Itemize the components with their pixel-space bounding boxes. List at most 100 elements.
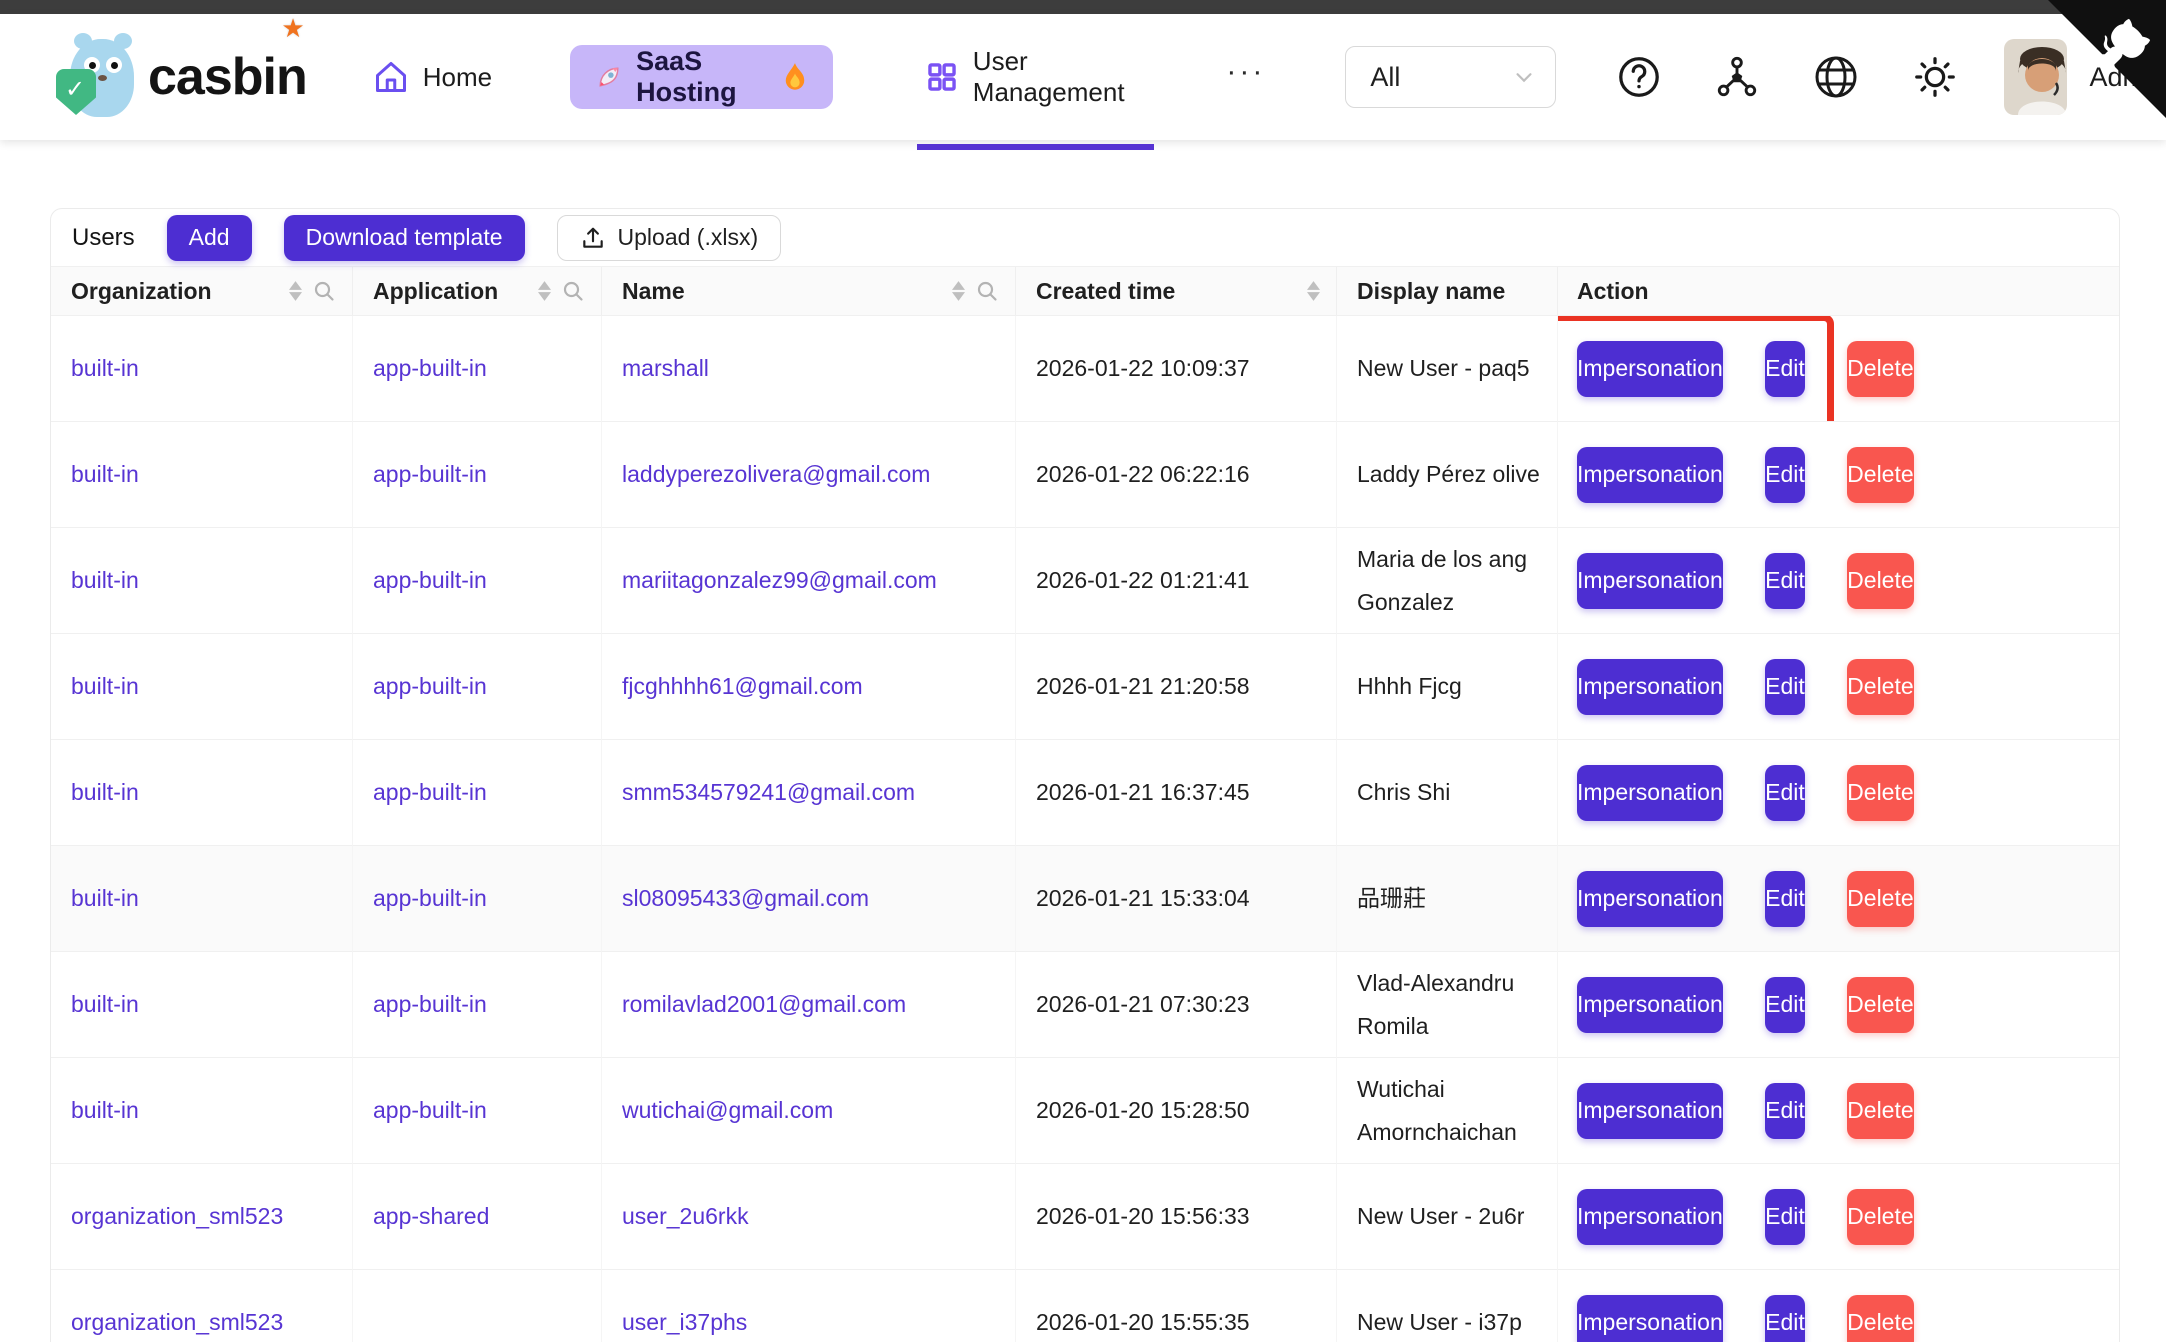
application-link[interactable]: app-built-in [373,461,487,487]
github-corner-link[interactable] [2048,0,2166,118]
nav-overflow-menu[interactable]: ··· [1226,55,1265,99]
help-button[interactable] [1616,54,1662,100]
impersonation-button[interactable]: Impersonation [1577,1189,1723,1245]
column-header-created-time[interactable]: Created time [1016,266,1337,316]
nav-saas-label: SaaS Hosting [636,46,769,108]
user-name-link[interactable]: laddyperezolivera@gmail.com [622,461,930,487]
delete-button[interactable]: Delete [1847,977,1913,1033]
application-link[interactable]: app-built-in [373,779,487,805]
sort-icon[interactable] [1307,281,1320,301]
user-name-link[interactable]: sl08095433@gmail.com [622,885,869,911]
display-name-line: New User - 2u6r [1357,1195,1543,1238]
shield-check-icon: ✓ [65,75,85,104]
application-link[interactable]: app-built-in [373,673,487,699]
organization-link[interactable]: built-in [71,461,139,487]
organization-link[interactable]: built-in [71,355,139,381]
user-name-link[interactable]: smm534579241@gmail.com [622,779,915,805]
impersonation-button[interactable]: Impersonation [1577,765,1723,821]
sort-icon[interactable] [952,281,965,301]
edit-button[interactable]: Edit [1765,341,1805,397]
delete-button[interactable]: Delete [1847,447,1913,503]
organization-filter-select[interactable]: All [1345,46,1555,108]
edit-button[interactable]: Edit [1765,765,1805,821]
display-name-cell: Vlad-AlexandruRomila [1337,952,1558,1058]
sort-icon[interactable] [289,281,302,301]
created-time-value: 2026-01-21 16:37:45 [1036,779,1250,805]
delete-button[interactable]: Delete [1847,1083,1913,1139]
display-name-line: Chris Shi [1357,771,1543,814]
user-name-link[interactable]: mariitagonzalez99@gmail.com [622,567,937,593]
top-strip [0,0,2166,14]
organization-link[interactable]: built-in [71,991,139,1017]
action-cell: Impersonation Edit Delete [1558,528,2119,634]
organization-link[interactable]: built-in [71,1097,139,1123]
edit-button[interactable]: Edit [1765,447,1805,503]
delete-button[interactable]: Delete [1847,765,1913,821]
brand-name: casbin [148,47,307,107]
display-name-cell: WutichaiAmornchaichan [1337,1058,1558,1164]
edit-button[interactable]: Edit [1765,871,1805,927]
delete-button[interactable]: Delete [1847,1295,1913,1342]
organization-link[interactable]: built-in [71,567,139,593]
tab-user-management[interactable]: User Management [925,46,1145,108]
user-name-link[interactable]: fjcghhhh61@gmail.com [622,673,863,699]
delete-button[interactable]: Delete [1847,553,1913,609]
search-icon[interactable] [975,279,999,303]
edit-button[interactable]: Edit [1765,1295,1805,1342]
edit-button[interactable]: Edit [1765,553,1805,609]
user-name-link[interactable]: user_i37phs [622,1309,747,1335]
add-user-button[interactable]: Add [167,215,252,261]
application-link[interactable]: app-built-in [373,991,487,1017]
column-header-organization[interactable]: Organization [51,266,353,316]
application-link[interactable]: app-built-in [373,1097,487,1123]
impersonation-button[interactable]: Impersonation [1577,1295,1723,1342]
edit-button[interactable]: Edit [1765,1083,1805,1139]
organization-filter-value: All [1370,62,1400,93]
fire-icon [781,62,809,92]
download-template-button[interactable]: Download template [284,215,525,261]
nav-home[interactable]: Home [373,59,492,95]
user-name-link[interactable]: user_2u6rkk [622,1203,749,1229]
language-button[interactable] [1812,53,1860,101]
delete-button[interactable]: Delete [1847,341,1913,397]
application-link[interactable]: app-built-in [373,567,487,593]
delete-button[interactable]: Delete [1847,659,1913,715]
graph-button[interactable] [1714,54,1760,100]
impersonation-button[interactable]: Impersonation [1577,1083,1723,1139]
impersonation-button[interactable]: Impersonation [1577,871,1723,927]
nav-saas-hosting[interactable]: SaaS Hosting [570,45,833,109]
impersonation-button[interactable]: Impersonation [1577,553,1723,609]
user-name-link[interactable]: wutichai@gmail.com [622,1097,833,1123]
impersonation-button[interactable]: Impersonation [1577,341,1723,397]
brand-logo[interactable]: ✓ casbin ★ [56,29,307,125]
users-table-card: Users Add Download template Upload (.xls… [50,208,2120,1342]
column-header-name[interactable]: Name [602,266,1016,316]
application-link[interactable]: app-built-in [373,885,487,911]
delete-button[interactable]: Delete [1847,1189,1913,1245]
organization-link[interactable]: organization_sml523 [71,1309,283,1335]
user-name-link[interactable]: marshall [622,355,709,381]
impersonation-button[interactable]: Impersonation [1577,447,1723,503]
search-icon[interactable] [312,279,336,303]
search-icon[interactable] [561,279,585,303]
application-link[interactable]: app-built-in [373,355,487,381]
organization-link[interactable]: built-in [71,673,139,699]
sort-icon[interactable] [538,281,551,301]
display-name-line: Hhhh Fjcg [1357,665,1543,708]
display-name-line: Wutichai [1357,1068,1543,1111]
organization-link[interactable]: built-in [71,779,139,805]
impersonation-button[interactable]: Impersonation [1577,659,1723,715]
organization-link[interactable]: built-in [71,885,139,911]
theme-toggle-button[interactable] [1912,54,1958,100]
upload-xlsx-button[interactable]: Upload (.xlsx) [557,215,782,261]
application-link[interactable]: app-shared [373,1203,489,1229]
delete-button[interactable]: Delete [1847,871,1913,927]
user-name-link[interactable]: romilavlad2001@gmail.com [622,991,906,1017]
impersonation-button[interactable]: Impersonation [1577,977,1723,1033]
organization-link[interactable]: organization_sml523 [71,1203,283,1229]
column-header-application[interactable]: Application [353,266,602,316]
edit-button[interactable]: Edit [1765,977,1805,1033]
grid-icon [925,60,959,94]
edit-button[interactable]: Edit [1765,1189,1805,1245]
edit-button[interactable]: Edit [1765,659,1805,715]
